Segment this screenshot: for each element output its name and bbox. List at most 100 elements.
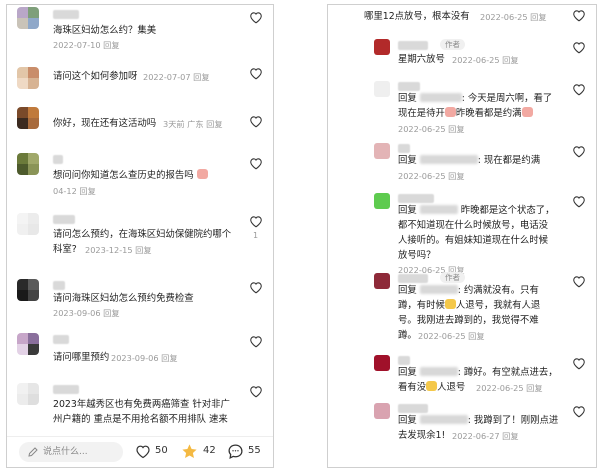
comment-text-line2: 州户籍的 重点是不用抢名额不用排队 速来	[53, 414, 228, 425]
reply-item: 回复 : 我蹲到了！刚刚点进 去发现余1! 2022-06-27 回复	[328, 399, 596, 451]
emoji-icon	[521, 107, 533, 117]
comment-meta[interactable]: 2022-06-25 回复	[480, 11, 547, 23]
heart-icon[interactable]	[572, 275, 586, 288]
username-blurred[interactable]	[398, 144, 410, 153]
username-blurred[interactable]	[398, 41, 428, 50]
avatar[interactable]	[17, 383, 39, 405]
star-icon[interactable]	[181, 443, 198, 460]
comment-item: 想问问你知道怎么查历史的报告吗 04-12 回复	[7, 151, 273, 207]
comment-meta[interactable]: 04-12 回复	[53, 185, 96, 197]
reply-text-line3: 号。我刚进去蹲到的，我觉得不难	[398, 315, 539, 326]
heart-icon[interactable]	[249, 115, 263, 128]
username-blurred[interactable]	[53, 215, 75, 224]
comment-bubble-icon[interactable]	[227, 443, 244, 460]
username-blurred[interactable]	[53, 335, 69, 344]
comment-meta[interactable]: 2022-07-10 回复	[53, 39, 120, 51]
comment-text: 想问问你知道怎么查历史的报告吗	[53, 168, 208, 183]
avatar[interactable]	[374, 355, 390, 371]
username-blurred[interactable]	[398, 274, 428, 283]
comment-text-line2: 科室?	[53, 244, 77, 255]
reply-text-line1: 回复 : 蹲好。有空就点进去，	[398, 367, 558, 378]
username-blurred[interactable]	[398, 194, 434, 203]
username-blurred[interactable]	[398, 82, 420, 91]
heart-icon[interactable]	[249, 67, 263, 80]
heart-icon[interactable]	[572, 41, 586, 54]
heart-icon[interactable]	[249, 335, 263, 348]
reply-meta[interactable]: 2022-06-27 回复	[452, 430, 519, 442]
heart-icon[interactable]	[249, 385, 263, 398]
reply-text-line1: 回复 昨晚都是这个状态了，	[398, 205, 555, 216]
emoji-icon	[426, 381, 438, 391]
heart-icon[interactable]	[572, 405, 586, 418]
reply-text-line3: 人接听的。有姐妹知道现在什么时候	[398, 235, 549, 246]
username-blurred[interactable]	[53, 10, 79, 19]
comment-text: 请问这个如何参加呀	[53, 71, 138, 82]
heart-icon[interactable]	[249, 157, 263, 170]
comment-input[interactable]: 说点什么...	[19, 442, 123, 462]
comment-text-line1: 请问怎么预约，在海珠区妇幼保健院约哪个	[53, 229, 232, 240]
avatar[interactable]	[374, 193, 390, 209]
reply-text: 星期六放号	[398, 54, 445, 65]
author-badge: 作者	[440, 39, 465, 50]
reply-item: 回复 : 今天是周六啊，看了 现在是待开 昨晚看都是约满 2022-06-25 回…	[328, 77, 596, 137]
reply-text-line2: 都不知道现在什么时候放号，电话没	[398, 220, 549, 231]
username-blurred[interactable]	[398, 404, 428, 413]
reply-text-line4: 放号吗？	[398, 250, 436, 261]
username-blurred[interactable]	[53, 155, 63, 164]
bottom-action-bar: 说点什么... 50 42 55	[7, 436, 273, 467]
heart-icon[interactable]	[572, 9, 586, 22]
avatar[interactable]	[374, 403, 390, 419]
reply-meta[interactable]: 2022-06-25 回复	[398, 123, 465, 135]
comment-meta[interactable]: 2022-07-07 回复	[143, 71, 210, 83]
avatar[interactable]	[17, 213, 39, 235]
username-blurred[interactable]	[53, 281, 65, 290]
left-comments-screenshot: 海珠区妇幼怎么约？集美 2022-07-10 回复 请问这个如何参加呀 2022…	[6, 4, 274, 468]
reply-meta[interactable]: 2022-06-25 回复	[398, 170, 465, 182]
heart-icon[interactable]	[572, 83, 586, 96]
comment-meta[interactable]: 2023-09-06 回复	[53, 307, 120, 319]
like-heart-icon[interactable]	[135, 444, 151, 459]
username-blurred[interactable]	[398, 356, 410, 365]
heart-icon[interactable]	[249, 11, 263, 24]
heart-icon[interactable]	[249, 281, 263, 294]
heart-icon[interactable]	[249, 215, 263, 228]
comment-text: 哪里12点放号，根本没有	[364, 11, 470, 22]
emoji-icon	[444, 299, 456, 309]
comment-item: 请问这个如何参加呀 2022-07-07 回复	[7, 65, 273, 107]
heart-icon[interactable]	[572, 145, 586, 158]
comment-meta[interactable]: 2023-09-06 回复	[111, 352, 178, 364]
reply-meta[interactable]: 2022-06-25 回复	[452, 54, 519, 66]
avatar[interactable]	[17, 333, 39, 355]
avatar[interactable]	[374, 81, 390, 97]
username-blurred[interactable]	[53, 385, 79, 394]
author-badge: 作者	[440, 272, 465, 283]
avatar[interactable]	[17, 279, 39, 301]
comment-text: 海珠区妇幼怎么约？集美	[53, 25, 157, 36]
reply-item: 作者 回复 : 约满就没有。只有 蹲，有时候 人退号，我就有人退 号。我刚进去蹲到…	[328, 269, 596, 351]
heart-icon[interactable]	[572, 357, 586, 370]
pencil-icon	[28, 447, 38, 457]
emoji-icon	[444, 107, 456, 117]
star-total: 42	[203, 445, 216, 456]
reply-text: 回复 : 现在都是约满	[398, 155, 541, 166]
avatar[interactable]	[374, 39, 390, 55]
comment-meta[interactable]: 2023-12-15 回复	[85, 244, 152, 256]
heart-icon[interactable]	[572, 195, 586, 208]
emoji-icon	[196, 169, 208, 179]
avatar[interactable]	[17, 107, 39, 129]
reply-meta[interactable]: 2022-06-25 回复	[476, 382, 543, 394]
reply-meta[interactable]: 2022-06-25 回复	[418, 330, 485, 342]
like-count: 1	[253, 231, 259, 240]
avatar[interactable]	[374, 273, 390, 289]
avatar[interactable]	[17, 7, 39, 29]
avatar[interactable]	[374, 143, 390, 159]
right-replies-screenshot: 哪里12点放号，根本没有 2022-06-25 回复 作者 星期六放号 2022…	[327, 4, 597, 468]
avatar[interactable]	[17, 153, 39, 175]
reply-text-line4: 蹲。	[398, 330, 417, 341]
comment-meta[interactable]: 3天前 广东 回复	[163, 118, 223, 130]
reply-item: 回复 昨晚都是这个状态了， 都不知道现在什么时候放号，电话没 人接听的。有姐妹知…	[328, 189, 596, 275]
reply-text-line1: 回复 : 我蹲到了！刚刚点进	[398, 415, 559, 426]
avatar[interactable]	[17, 67, 39, 89]
reply-text-line2: 现在是待开 昨晚看都是约满	[398, 106, 533, 121]
comment-text: 请问哪里预约	[53, 352, 110, 363]
